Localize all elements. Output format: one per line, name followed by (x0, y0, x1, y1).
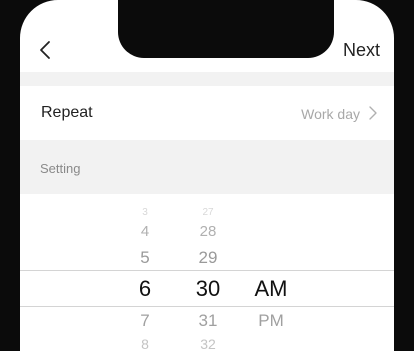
hour-option: 3 (142, 207, 148, 218)
ampm-wheel[interactable]: AM PM (241, 194, 301, 351)
app-root: Next Repeat Work day Setting 3 4 5 6 7 8… (0, 0, 414, 351)
minute-option: 31 (198, 311, 218, 330)
ampm-option: PM (258, 311, 284, 330)
ampm-selected: AM (254, 276, 288, 301)
repeat-value: Work day (301, 106, 360, 122)
repeat-row[interactable]: Repeat Work day (20, 86, 394, 140)
minute-option: 27 (202, 207, 214, 218)
next-button[interactable]: Next (343, 40, 380, 61)
hour-wheel[interactable]: 3 4 5 6 7 8 (115, 194, 175, 351)
back-button[interactable] (34, 38, 58, 62)
minute-option: 32 (200, 336, 216, 351)
minute-wheel[interactable]: 27 28 29 30 31 32 (178, 194, 238, 351)
repeat-label: Repeat (41, 104, 93, 121)
phone-screen: Next Repeat Work day Setting 3 4 5 6 7 8… (20, 0, 394, 351)
section-separator (20, 72, 394, 86)
hour-option: 8 (141, 336, 149, 351)
chevron-right-icon (366, 105, 380, 121)
chevron-left-icon (40, 41, 50, 59)
time-picker: 3 4 5 6 7 8 27 28 29 30 31 32 AM PM (20, 194, 394, 351)
setting-label: Setting (40, 161, 81, 176)
hour-option: 7 (140, 311, 150, 330)
minute-option: 28 (199, 223, 217, 240)
minute-option: 29 (198, 248, 218, 267)
phone-notch (118, 0, 334, 58)
minute-selected: 30 (195, 276, 221, 301)
hour-selected: 6 (138, 276, 152, 301)
hour-option: 5 (140, 248, 150, 267)
setting-section-header: Setting (20, 140, 394, 194)
hour-option: 4 (140, 223, 150, 240)
